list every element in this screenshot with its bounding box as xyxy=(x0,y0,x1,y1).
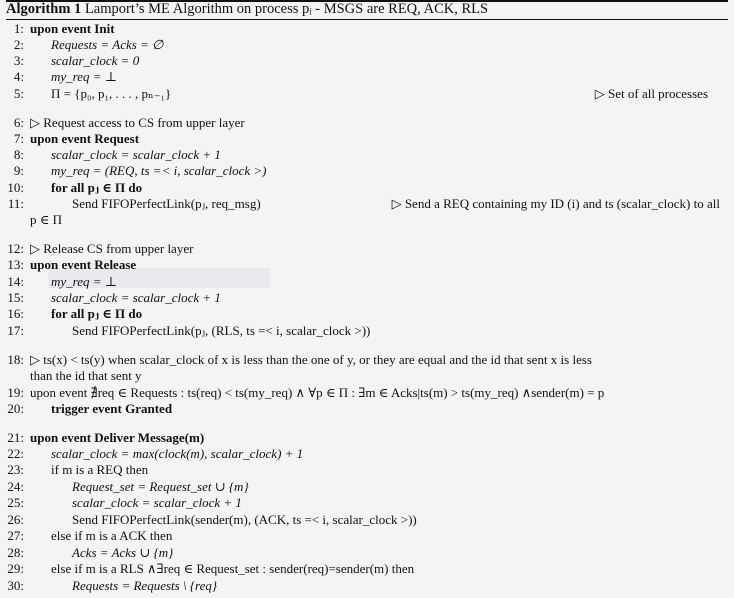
algo-line: 15: scalar_clock = scalar_clock + 1 xyxy=(7,290,221,305)
title-rule xyxy=(6,19,728,20)
algo-line: 11: Send FIFOPerfectLink(pⱼ, req_msg) ▷ Se… xyxy=(7,196,720,211)
algo-line: 9: my_req = (REQ, ts =< i, scalar_clock >… xyxy=(13,163,267,178)
algo-line: 26: Send FIFOPerfectLink(sender(m), (ACK,… xyxy=(7,512,417,527)
line-comment: ▷ Send a REQ containing my ID (i) and ts… xyxy=(391,196,720,211)
algo-line: 20: trigger event Granted xyxy=(7,401,173,416)
algo-line: 27: else if m is a ACK then xyxy=(7,528,173,543)
algo-line: 18: ▷ ts(x) < ts(y) when scalar_clock of … xyxy=(7,352,592,367)
algo-line: 16: for all pⱼ ∈ Π do xyxy=(7,306,143,321)
algo-line: 21: upon event Deliver Message(m) xyxy=(7,430,205,445)
algorithm-title: Algorithm 1 Lamport’s ME Algorithm on pr… xyxy=(6,0,728,18)
algo-line: 22: scalar_clock = max(clock(m), scalar_c… xyxy=(7,446,304,461)
algo-line: 13: upon event Release xyxy=(7,257,137,272)
algo-line: 25: scalar_clock = scalar_clock + 1 xyxy=(7,495,242,510)
algo-line: 19: upon event ∄req ∈ Requests : ts(req) … xyxy=(7,385,605,400)
algo-line: 1: upon event Init xyxy=(13,21,115,36)
algo-line: 12: ▷ Release CS from upper layer xyxy=(7,241,194,256)
algo-line: 30: Requests = Requests \ {req} xyxy=(7,578,218,593)
algo-line: 14: my_req = ⊥ xyxy=(7,274,118,289)
algorithm-caption: Lamport’s ME Algorithm on process pᵢ - M… xyxy=(84,1,489,17)
algo-line: 6: ▷ Request access to CS from upper laye… xyxy=(13,115,245,130)
line-comment: ▷ Set of all processes xyxy=(594,86,708,101)
algo-line: 10: for all pⱼ ∈ Π do xyxy=(7,180,143,195)
algo-line: 17: Send FIFOPerfectLink(pⱼ, (RLS, ts =< … xyxy=(7,323,371,338)
algo-line: 24: Request_set = Request_set ∪ {m} xyxy=(7,479,249,494)
algorithm-block: Algorithm 1 Lamport’s ME Algorithm on pr… xyxy=(0,0,734,598)
algo-line: 8: scalar_clock = scalar_clock + 1 xyxy=(13,147,221,162)
algo-line: 3: scalar_clock = 0 xyxy=(13,53,140,68)
algo-line: 28: Acks = Acks ∪ {m} xyxy=(7,545,174,560)
algo-line: 5: Π = {p₀, p₁, . . . , pₙ₋₁} ▷ Set of all… xyxy=(13,86,708,101)
algo-line: 29: else if m is a RLS ∧∃req ∈ Request_se… xyxy=(7,561,415,576)
algo-line: 4: my_req = ⊥ xyxy=(13,69,118,84)
algorithm-label: Algorithm 1 xyxy=(6,1,82,17)
algo-line: p ∈ Π xyxy=(30,212,63,227)
algo-line: 23: if m is a REQ then xyxy=(7,462,149,477)
algo-line: than the id that sent y xyxy=(30,368,142,383)
algo-line: 2: Requests = Acks = ∅ xyxy=(13,37,164,52)
algo-line: 7: upon event Request xyxy=(13,131,140,146)
